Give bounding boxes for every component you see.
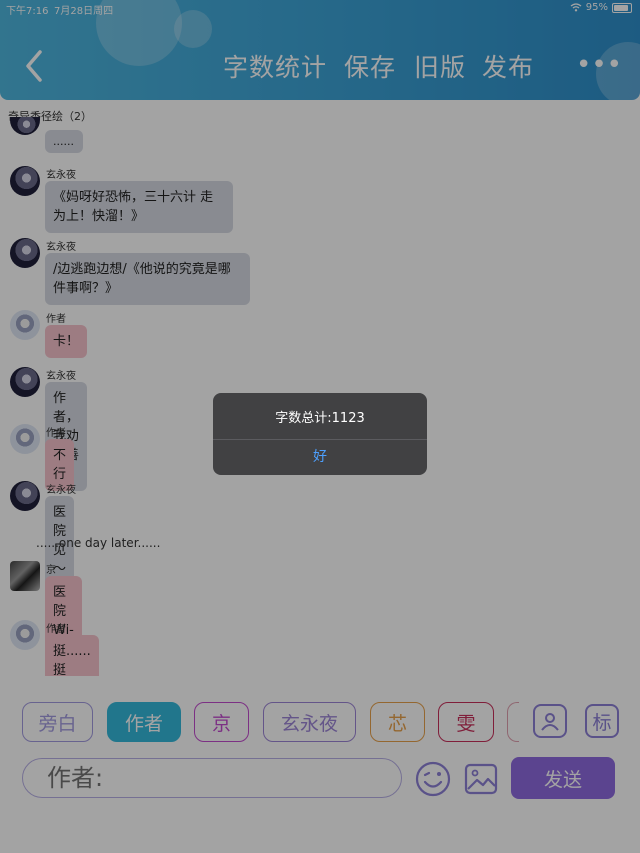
alert-ok-button[interactable]: 好 xyxy=(213,440,427,475)
alert-message: 字数总计:1123 xyxy=(275,411,365,426)
word-count-alert: 字数总计:1123 好 xyxy=(213,393,427,475)
